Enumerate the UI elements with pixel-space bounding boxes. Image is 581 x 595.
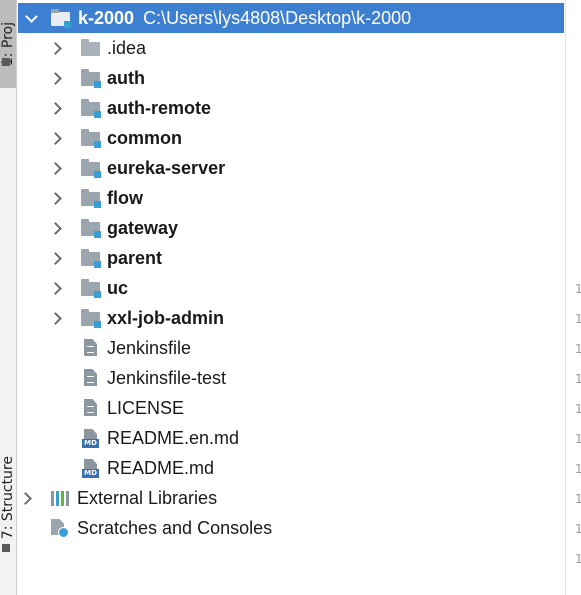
tree-row-label: flow [107,187,143,208]
tree-row-external-libraries[interactable]: External Libraries [18,483,564,513]
tree-row-license[interactable]: LICENSE [18,393,564,423]
structure-tool-tab[interactable]: 7: Structure [0,438,16,558]
libraries-icon [49,488,71,508]
tree-row-label: Jenkinsfile [107,337,192,358]
chevron-right-icon[interactable] [51,33,63,63]
gutter-line-number: 1 [575,402,581,416]
tree-row-label: xxl-job-admin [107,307,225,328]
structure-tool-tab-label: 7: Structure [0,456,16,540]
tool-window-stripe: 1: Proj 7: Structure [0,0,17,595]
chevron-right-icon[interactable] [51,303,63,333]
tree-row-label: Scratches and Consoles [77,517,273,538]
tree-row-xxl-job-admin[interactable]: xxl-job-admin [18,303,564,333]
tree-row-label: uc [107,277,129,298]
tree-row-label: eureka-server [107,157,226,178]
gutter-line-number: 1 [575,492,581,506]
gutter-line-number: 1 [575,342,581,356]
chevron-right-icon[interactable] [51,63,63,93]
tree-row-parent[interactable]: parent [18,243,564,273]
tree-row-label: External Libraries [77,487,218,508]
tree-row-label: parent [107,247,163,268]
module-folder-icon [80,248,102,268]
tree-row-readme-en[interactable]: MD README.en.md [18,423,564,453]
chevron-right-icon[interactable] [51,123,63,153]
tree-row-auth-remote[interactable]: auth-remote [18,93,564,123]
tree-row-label: auth-remote [107,97,212,118]
tree-row-idea[interactable]: .idea [18,33,564,63]
tree-row-common[interactable]: common [18,123,564,153]
tree-row-label: README.md [107,457,215,478]
gutter-line-number: 1 [575,432,581,446]
tree-row-label: gateway [107,217,179,238]
gutter-line-number: 1 [575,552,581,566]
chevron-right-icon[interactable] [51,183,63,213]
project-tool-icon [2,58,10,66]
gutter-line-number: 1 [575,462,581,476]
structure-tool-icon [2,544,10,552]
module-folder-icon [80,218,102,238]
module-folder-icon [80,188,102,208]
markdown-file-icon: MD [80,428,102,448]
module-folder-icon [80,308,102,328]
module-folder-icon [50,8,72,28]
module-folder-icon [80,158,102,178]
tree-row-label: common [107,127,183,148]
tree-row-label: .idea [107,37,147,58]
md-badge: MD [82,439,99,448]
tree-row-readme[interactable]: MD README.md [18,453,564,483]
tree-row-auth[interactable]: auth [18,63,564,93]
tree-row-jenkinsfile-test[interactable]: Jenkinsfile-test [18,363,564,393]
text-file-icon [80,338,102,358]
tree-row-uc[interactable]: uc [18,273,564,303]
text-file-icon [80,368,102,388]
module-folder-icon [80,68,102,88]
chevron-right-icon[interactable] [51,273,63,303]
chevron-right-icon[interactable] [51,93,63,123]
scratches-icon [49,518,71,538]
root-path: C:\Users\lys4808\Desktop\k-2000 [143,7,412,28]
text-file-icon [80,398,102,418]
md-badge: MD [82,469,99,478]
tree-row-label: auth [107,67,145,88]
root-name: k-2000 [78,7,135,28]
project-tree: k-2000 C:\Users\lys4808\Desktop\k-2000 .i… [18,0,564,595]
chevron-right-icon[interactable] [51,213,63,243]
project-tool-tab[interactable]: 1: Proj [0,0,16,88]
gutter-line-number: 1 [575,372,581,386]
gutter-line-number: 1 [575,282,581,296]
tree-row-flow[interactable]: flow [18,183,564,213]
folder-icon [80,38,102,58]
module-folder-icon [80,98,102,118]
chevron-down-icon[interactable] [25,3,37,33]
tree-row-eureka-server[interactable]: eureka-server [18,153,564,183]
chevron-right-icon[interactable] [51,243,63,273]
tree-row-jenkinsfile[interactable]: Jenkinsfile [18,333,564,363]
gutter-line-number: 1 [575,312,581,326]
tree-row-gateway[interactable]: gateway [18,213,564,243]
tree-row-label: README.en.md [107,427,240,448]
chevron-right-icon[interactable] [21,483,33,513]
tree-row-root[interactable]: k-2000 C:\Users\lys4808\Desktop\k-2000 [18,3,564,33]
gutter-line-number: 1 [575,522,581,536]
editor-gutter: 1 1 1 1 1 1 1 1 1 1 [565,0,581,595]
module-folder-icon [80,278,102,298]
chevron-right-icon[interactable] [51,153,63,183]
markdown-file-icon: MD [80,458,102,478]
tree-row-label: Jenkinsfile-test [107,367,227,388]
tree-row-label: LICENSE [107,397,185,418]
module-folder-icon [80,128,102,148]
tree-row-scratches[interactable]: Scratches and Consoles [18,513,564,543]
